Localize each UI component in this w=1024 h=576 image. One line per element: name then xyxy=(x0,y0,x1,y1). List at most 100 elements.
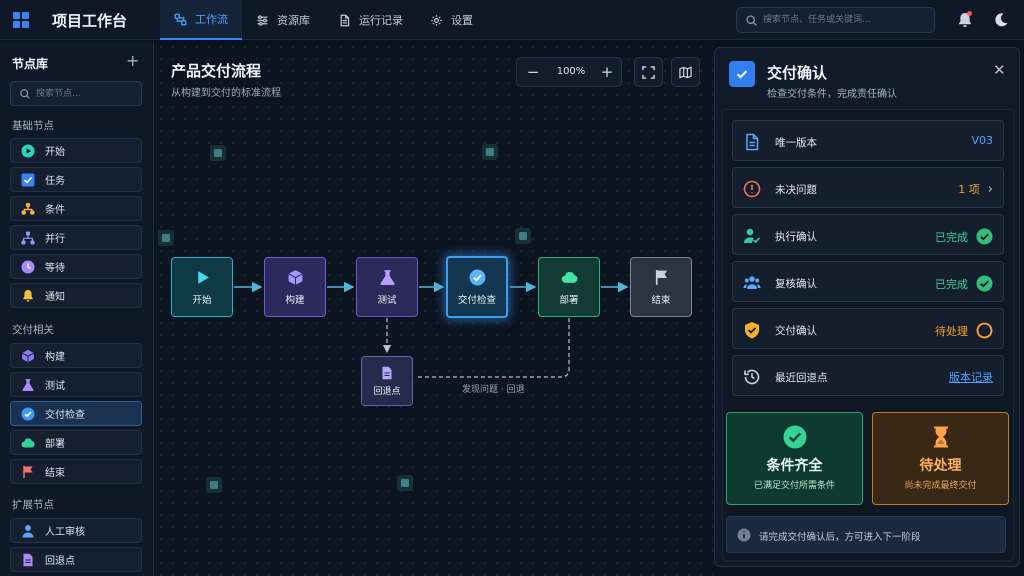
sidebar-item-label: 测试 xyxy=(45,381,65,392)
node-label: 构建 xyxy=(285,294,305,306)
clock-icon xyxy=(21,260,35,273)
tab-run-records[interactable]: 运行记录 xyxy=(324,0,417,40)
node-search-input[interactable] xyxy=(36,86,136,101)
alert-circle-icon xyxy=(743,180,761,198)
global-search-input[interactable] xyxy=(763,12,928,28)
conditions-complete-card: 条件齐全 已满足交付所需条件 xyxy=(726,412,863,505)
play-icon xyxy=(197,270,209,284)
delivery-status: 待处理 xyxy=(935,324,968,338)
tab-label: 设置 xyxy=(451,14,473,27)
notification-dot xyxy=(967,11,972,16)
global-search[interactable] xyxy=(736,7,935,33)
flow-node-end[interactable]: 结束 xyxy=(630,257,692,317)
row-exec-confirm[interactable]: 执行确认 已完成 xyxy=(732,214,1004,255)
card-title: 条件齐全 xyxy=(766,458,823,474)
sidebar-item-label: 并行 xyxy=(45,234,65,245)
row-value: 1 项 › xyxy=(958,181,993,197)
moon-icon[interactable] xyxy=(993,12,1009,28)
check-circle-icon xyxy=(976,275,993,292)
workflow-canvas[interactable]: 产品交付流程 从构建到交付的标准流程 − 100% + 开始 构建 测试 交付检… xyxy=(155,41,713,576)
sidebar-item-condition[interactable]: 条件 xyxy=(10,196,142,221)
chevron-right-icon: › xyxy=(987,181,993,197)
row-delivery-confirm[interactable]: 交付确认 待处理 xyxy=(732,308,1004,349)
hourglass-icon xyxy=(933,426,948,448)
history-icon xyxy=(744,369,760,385)
workflow-icon xyxy=(174,13,187,25)
node-label: 结束 xyxy=(651,294,671,306)
sidebar-item-build[interactable]: 构建 xyxy=(10,343,142,368)
sidebar-item-delivery-check[interactable]: 交付检查 xyxy=(10,401,142,426)
check-circle-icon xyxy=(783,425,806,449)
sidebar-item-label: 人工审核 xyxy=(45,527,85,538)
flow-node-build[interactable]: 构建 xyxy=(264,257,326,317)
sidebar-item-end[interactable]: 结束 xyxy=(10,459,142,484)
document-icon xyxy=(746,133,759,151)
sliders-icon xyxy=(257,14,268,26)
row-value: 版本记录 xyxy=(949,369,993,385)
sidebar-item-label: 部署 xyxy=(45,439,65,450)
node-label: 开始 xyxy=(192,294,212,306)
flow-node-delivery-check[interactable]: 交付检查 xyxy=(446,256,508,318)
row-recent-rollback[interactable]: 最近回退点 版本记录 xyxy=(732,355,1004,396)
row-value: V03 xyxy=(971,134,993,147)
shield-check-icon xyxy=(745,322,759,339)
check-circle-icon xyxy=(21,407,35,420)
sidebar-item-test[interactable]: 测试 xyxy=(10,372,142,397)
row-label: 未决问题 xyxy=(775,184,817,196)
row-unique-version[interactable]: 唯一版本 V03 xyxy=(732,120,1004,161)
flow-node-test[interactable]: 测试 xyxy=(356,257,418,317)
sidebar-item-deploy[interactable]: 部署 xyxy=(10,430,142,455)
node-label: 测试 xyxy=(377,294,397,306)
add-node-icon[interactable]: + xyxy=(126,51,139,70)
sidebar-item-manual-review[interactable]: 人工审核 xyxy=(10,518,142,543)
panel-title: 交付确认 xyxy=(767,64,828,82)
sidebar-title: 节点库 xyxy=(12,57,49,71)
review-status: 已完成 xyxy=(935,277,968,291)
tab-workflow[interactable]: 工作流 xyxy=(160,0,242,40)
pending-circle-icon xyxy=(976,322,993,339)
cube-icon xyxy=(287,269,303,285)
sidebar-item-label: 结束 xyxy=(45,468,65,479)
sidebar-item-wait[interactable]: 等待 xyxy=(10,254,142,279)
sidebar-item-parallel[interactable]: 并行 xyxy=(10,225,142,250)
sidebar-item-start[interactable]: 开始 xyxy=(10,138,142,163)
tab-label: 运行记录 xyxy=(359,14,403,27)
flask-icon xyxy=(22,378,34,391)
row-open-issues[interactable]: 未决问题 1 项 › xyxy=(732,167,1004,208)
parallel-icon xyxy=(21,231,35,244)
tab-settings[interactable]: 设置 xyxy=(416,0,487,40)
sidebar-item-label: 任务 xyxy=(45,176,65,187)
flow-node-start[interactable]: 开始 xyxy=(171,257,233,317)
panel-body: 唯一版本 V03 未决问题 1 项 › 执行确认 已完成 复核确认 已完成 交付确… xyxy=(722,109,1014,561)
cloud-icon xyxy=(561,271,577,283)
sidebar-item-rollback[interactable]: 回退点 xyxy=(10,547,142,572)
group-basic: 基础节点 xyxy=(12,120,54,132)
flow-node-rollback[interactable]: 回退点 xyxy=(361,356,413,406)
issues-value: 1 项 xyxy=(958,183,980,196)
sidebar-item-label: 交付检查 xyxy=(45,410,85,421)
exec-status: 已完成 xyxy=(935,230,968,244)
panel-subtitle: 检查交付条件，完成责任确认 xyxy=(767,89,897,100)
flow-node-deploy[interactable]: 部署 xyxy=(538,257,600,317)
checkbox-icon xyxy=(21,173,35,186)
node-search[interactable] xyxy=(10,81,142,106)
version-record-link[interactable]: 版本记录 xyxy=(949,369,993,385)
version-value: V03 xyxy=(971,134,993,147)
pending-card: 待处理 尚未完成最终交付 xyxy=(872,412,1009,505)
cloud-icon xyxy=(21,437,35,448)
close-icon[interactable]: ✕ xyxy=(993,61,1006,79)
row-value: 已完成 xyxy=(935,228,993,245)
sidebar-item-label: 回退点 xyxy=(45,556,75,567)
sidebar-item-task[interactable]: 任务 xyxy=(10,167,142,192)
top-bar: 项目工作台 工作流 资源库 运行记录 设置 xyxy=(0,0,1024,40)
tab-resources[interactable]: 资源库 xyxy=(242,0,324,40)
flag-icon xyxy=(655,269,667,285)
users-icon xyxy=(743,276,761,289)
bell-icon xyxy=(23,289,33,302)
row-review-confirm[interactable]: 复核确认 已完成 xyxy=(732,261,1004,302)
sidebar-item-label: 通知 xyxy=(45,292,65,303)
search-icon xyxy=(20,89,30,99)
sidebar-item-notify[interactable]: 通知 xyxy=(10,283,142,308)
card-title: 待处理 xyxy=(919,458,962,474)
node-label: 交付检查 xyxy=(457,294,496,306)
